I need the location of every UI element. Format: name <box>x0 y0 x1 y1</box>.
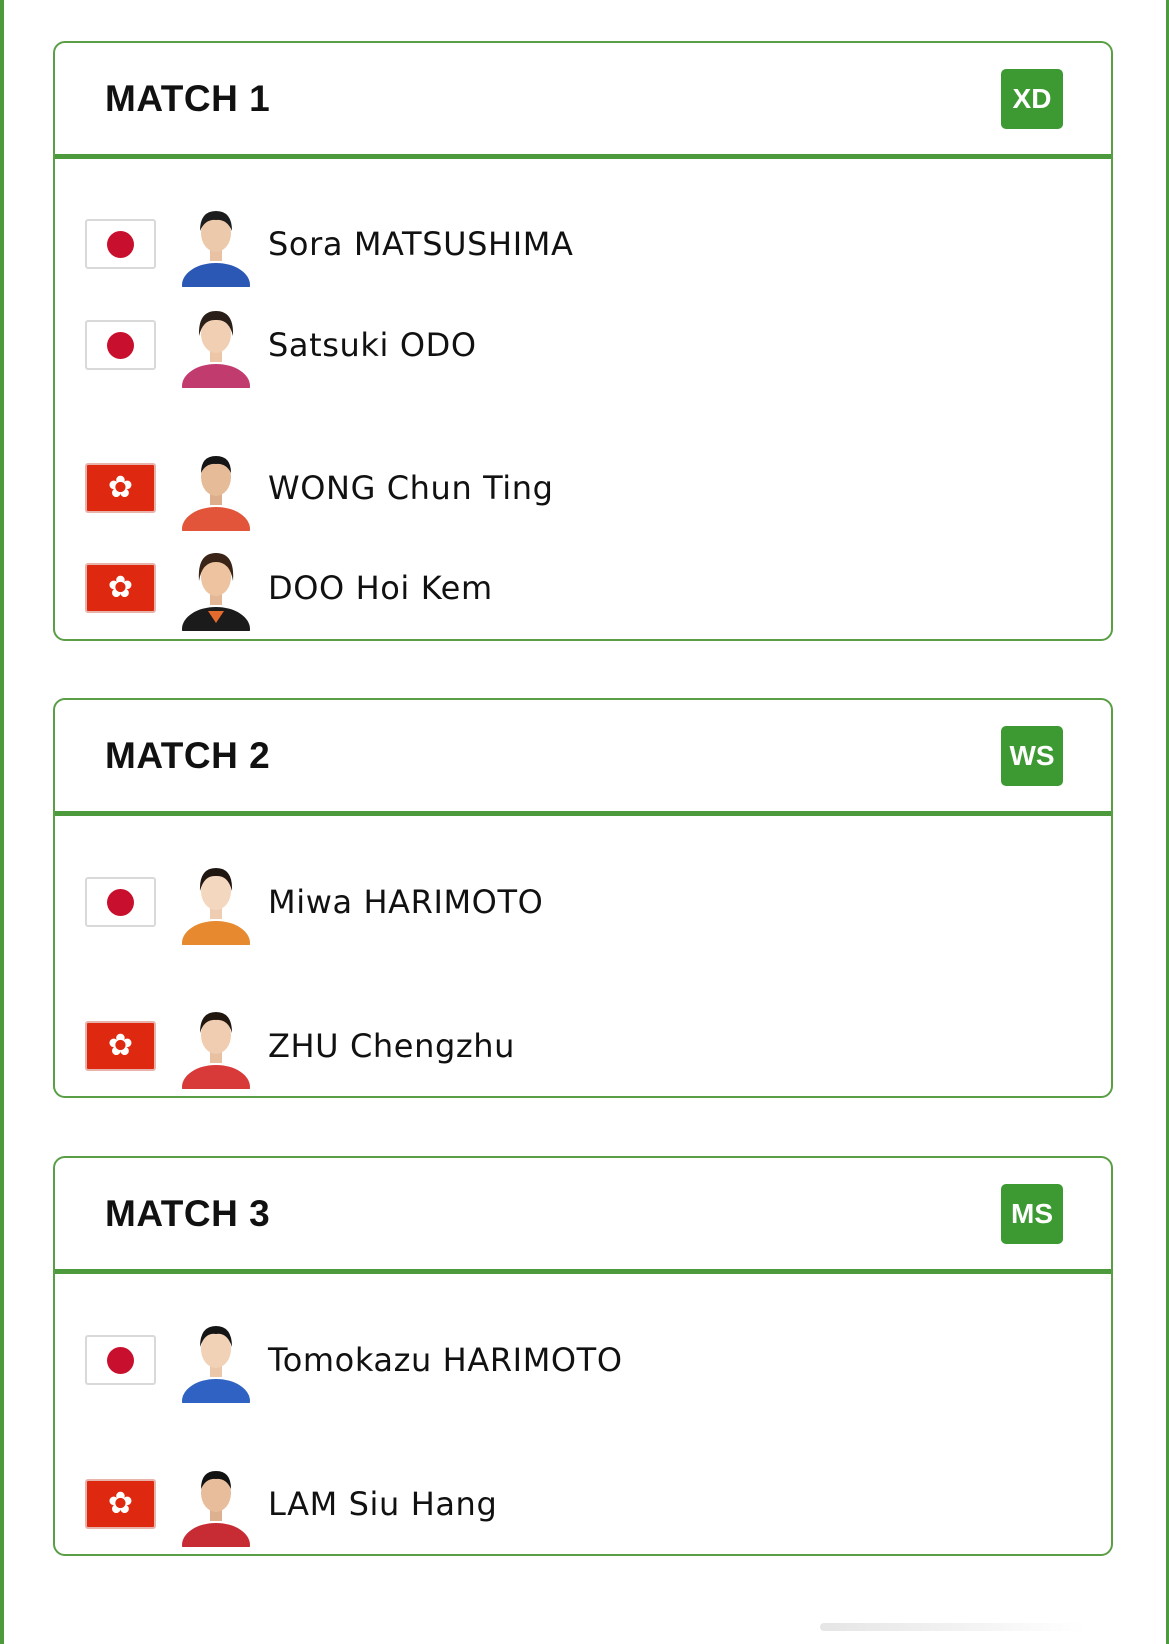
player-avatar <box>181 545 251 631</box>
hong-kong-flag-icon: ✿ <box>85 563 156 613</box>
hong-kong-flag-icon: ✿ <box>85 463 156 513</box>
player-name: ZHU Chengzhu <box>268 1027 516 1065</box>
event-type-badge: WS <box>1001 725 1063 786</box>
player-row[interactable]: ✿ ZHU Chengzhu <box>55 1003 1111 1089</box>
event-type-badge: XD <box>1001 68 1063 129</box>
player-row[interactable]: Miwa HARIMOTO <box>55 859 1111 945</box>
hong-kong-flag-icon: ✿ <box>85 1021 156 1071</box>
match-card-3: MATCH 3 MS Tomokazu HARIMOTO ✿ LAM Siu H… <box>53 1156 1113 1556</box>
player-name: Miwa HARIMOTO <box>268 883 544 921</box>
player-name: DOO Hoi Kem <box>268 569 493 607</box>
match-card-2: MATCH 2 WS Miwa HARIMOTO ✿ ZHU Chengzhu <box>53 698 1113 1098</box>
match-title: MATCH 2 <box>105 734 271 776</box>
player-avatar <box>181 859 251 945</box>
japan-flag-icon <box>85 219 156 269</box>
match-title: MATCH 3 <box>105 1192 271 1234</box>
event-type-badge: MS <box>1001 1183 1063 1244</box>
match-title: MATCH 1 <box>105 77 271 119</box>
match-header: MATCH 1 XD <box>55 43 1111 159</box>
match-header: MATCH 2 WS <box>55 700 1111 816</box>
player-row[interactable]: ✿ LAM Siu Hang <box>55 1461 1111 1547</box>
horizontal-scrollbar[interactable] <box>820 1623 1085 1631</box>
player-name: WONG Chun Ting <box>268 469 554 507</box>
player-avatar <box>181 1461 251 1547</box>
player-row[interactable]: Sora MATSUSHIMA <box>55 201 1111 287</box>
match-header: MATCH 3 MS <box>55 1158 1111 1274</box>
frame-border-left <box>0 0 4 1644</box>
player-row[interactable]: Tomokazu HARIMOTO <box>55 1317 1111 1403</box>
player-avatar <box>181 1003 251 1089</box>
player-name: Tomokazu HARIMOTO <box>268 1341 623 1379</box>
player-name: Sora MATSUSHIMA <box>268 225 574 263</box>
player-row[interactable]: ✿ DOO Hoi Kem <box>55 545 1111 631</box>
player-row[interactable]: ✿ WONG Chun Ting <box>55 445 1111 531</box>
player-avatar <box>181 445 251 531</box>
japan-flag-icon <box>85 1335 156 1385</box>
player-name: LAM Siu Hang <box>268 1485 498 1523</box>
player-row[interactable]: Satsuki ODO <box>55 302 1111 388</box>
player-avatar <box>181 1317 251 1403</box>
japan-flag-icon <box>85 320 156 370</box>
player-name: Satsuki ODO <box>268 326 477 364</box>
player-avatar <box>181 201 251 287</box>
japan-flag-icon <box>85 877 156 927</box>
hong-kong-flag-icon: ✿ <box>85 1479 156 1529</box>
match-card-1: MATCH 1 XD Sora MATSUSHIMA Satsuki ODO ✿… <box>53 41 1113 641</box>
player-avatar <box>181 302 251 388</box>
